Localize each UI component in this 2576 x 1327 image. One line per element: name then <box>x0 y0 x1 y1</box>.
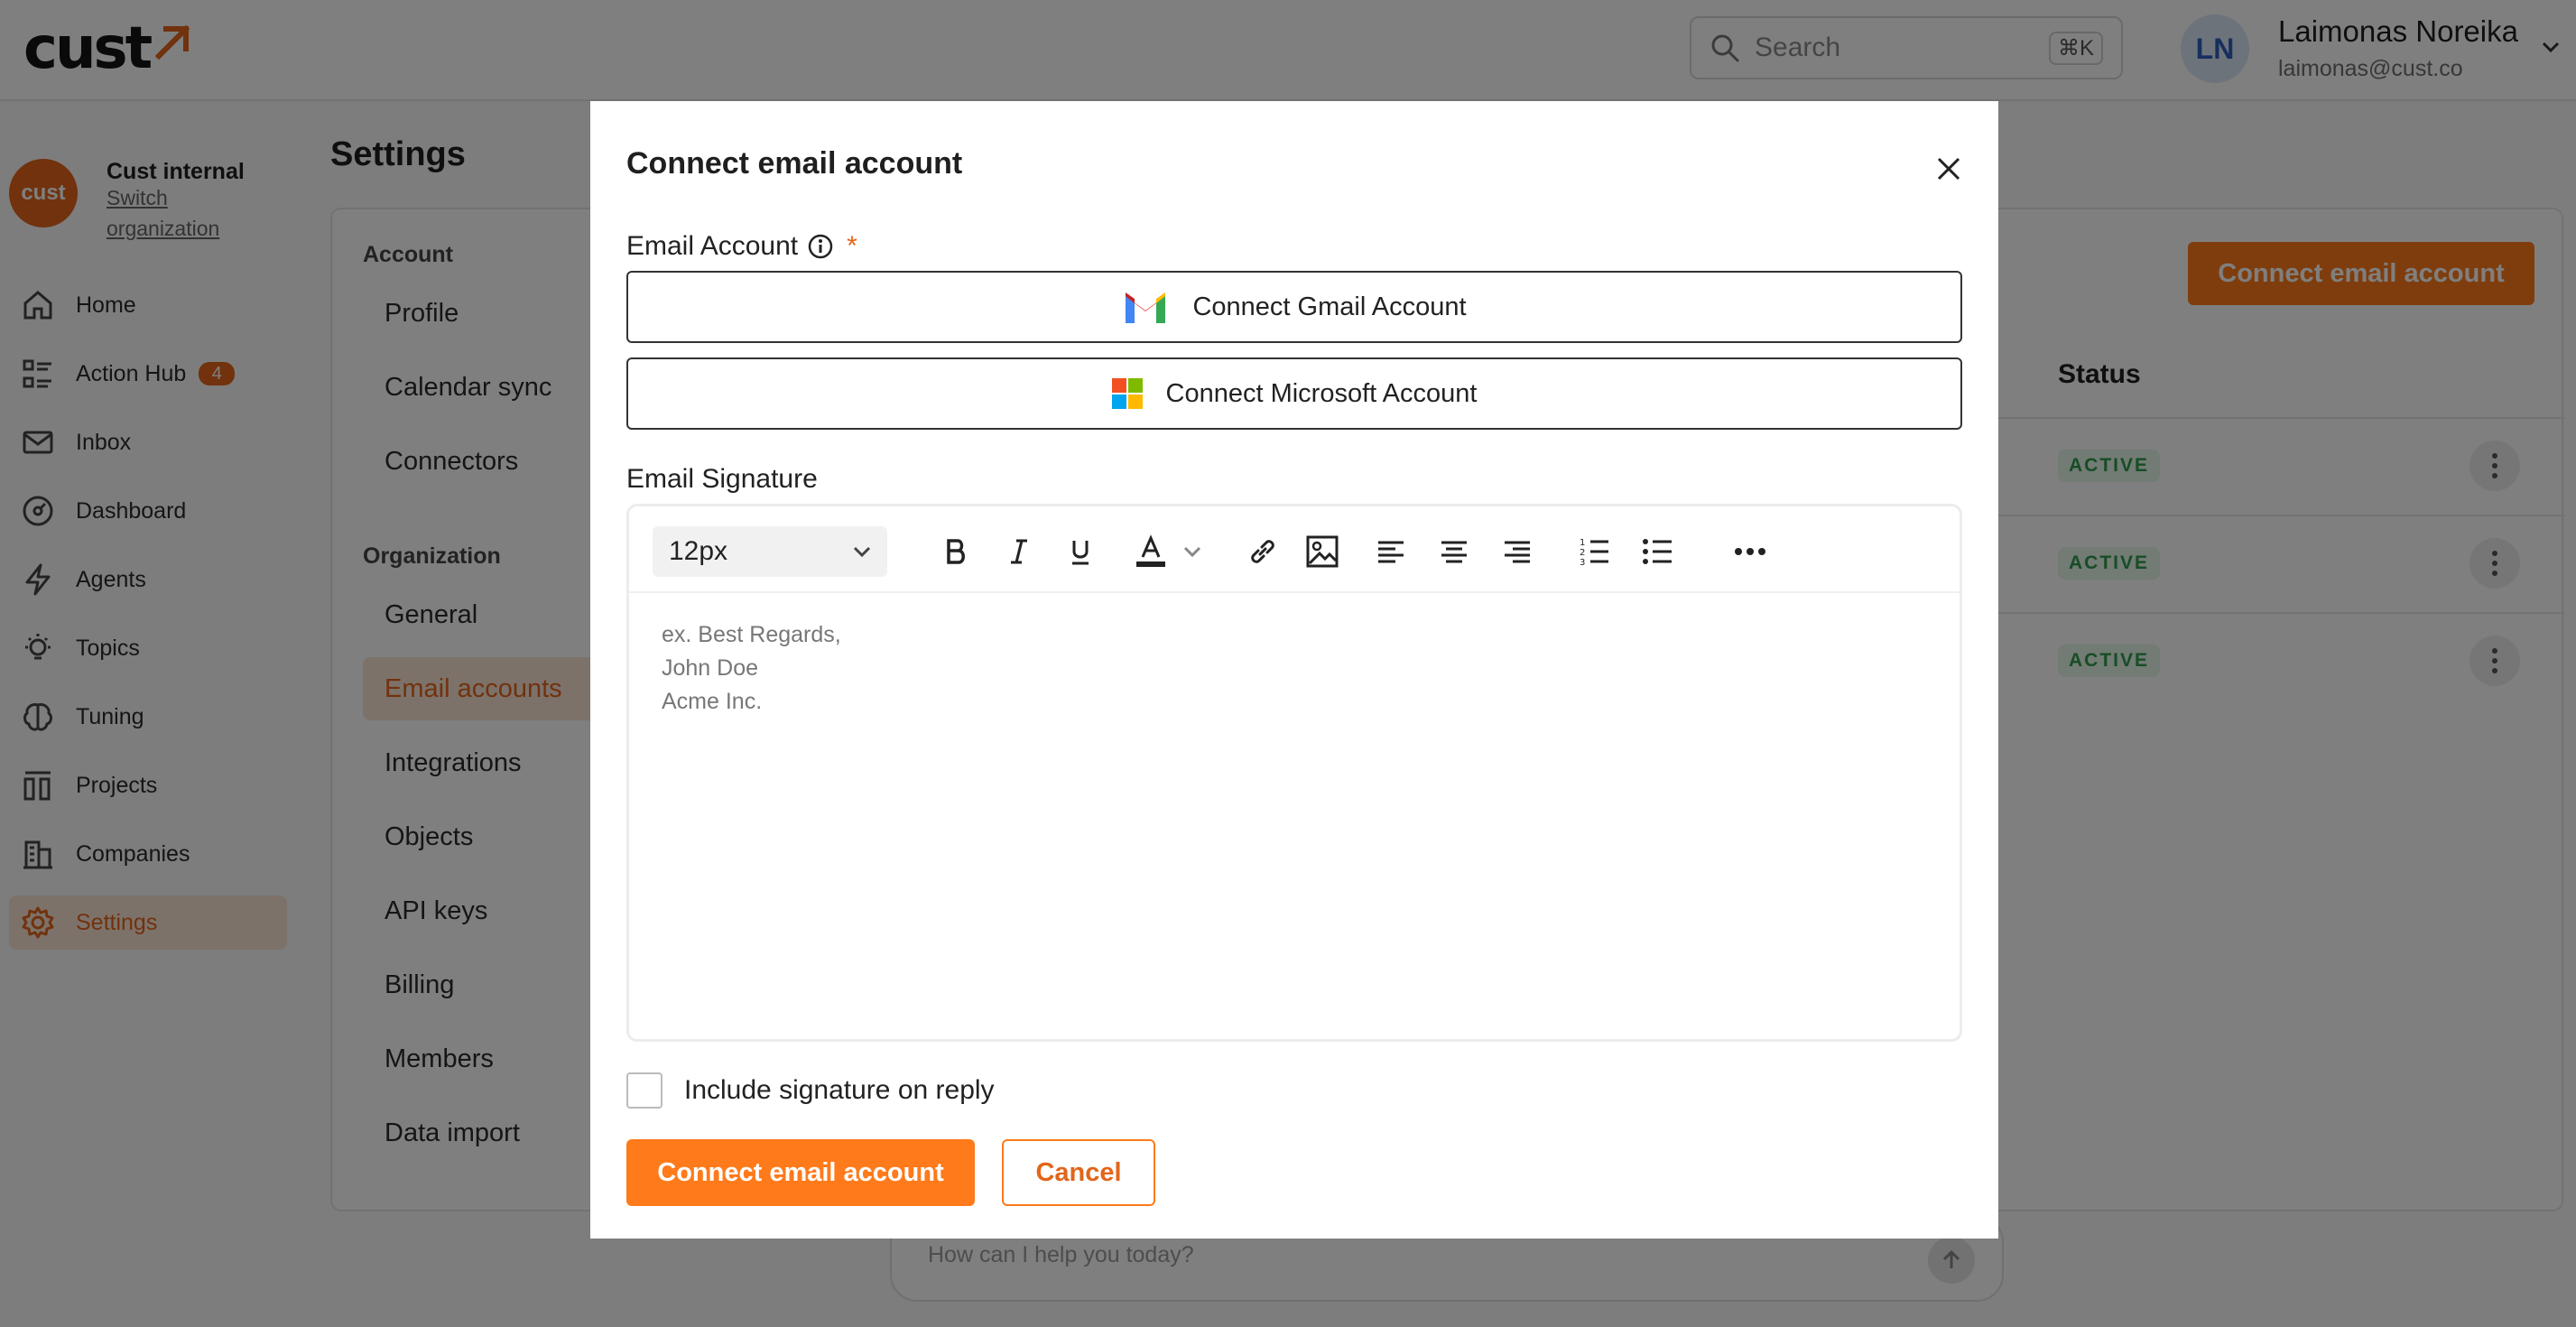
gmail-icon <box>1122 289 1169 325</box>
align-right-button[interactable] <box>1494 528 1541 575</box>
connect-email-modal: Connect email account Email Account * Co… <box>590 101 1998 1239</box>
svg-text:2: 2 <box>1580 548 1585 558</box>
email-account-label-text: Email Account <box>626 231 799 261</box>
info-icon[interactable] <box>807 233 834 260</box>
required-mark: * <box>847 231 857 261</box>
link-icon <box>1251 540 1274 563</box>
image-icon <box>1306 535 1339 568</box>
microsoft-icon <box>1111 378 1143 409</box>
connect-microsoft-button[interactable]: Connect Microsoft Account <box>626 357 1962 430</box>
font-size-value: 12px <box>669 536 728 566</box>
underline-icon <box>1072 541 1089 565</box>
bullet-list-button[interactable] <box>1635 528 1682 575</box>
underline-button[interactable] <box>1057 528 1104 575</box>
align-right-icon <box>1505 541 1530 563</box>
insert-link-button[interactable] <box>1239 528 1286 575</box>
align-left-button[interactable] <box>1367 528 1414 575</box>
connect-email-account-submit-button[interactable]: Connect email account <box>626 1139 975 1206</box>
include-signature-checkbox[interactable] <box>626 1072 663 1109</box>
italic-button[interactable] <box>996 528 1042 575</box>
align-left-icon <box>1378 541 1404 563</box>
include-signature-row: Include signature on reply <box>626 1072 995 1109</box>
text-color-icon <box>1136 534 1165 567</box>
editor-toolbar: 12px 1 2 3 <box>629 506 1960 593</box>
chevron-down-icon <box>853 546 871 558</box>
signature-placeholder-line: Acme Inc. <box>662 689 763 714</box>
text-color-button[interactable] <box>1127 528 1174 575</box>
insert-image-button[interactable] <box>1299 528 1346 575</box>
ordered-list-button[interactable]: 123 <box>1571 528 1618 575</box>
bold-button[interactable] <box>932 528 979 575</box>
email-account-label: Email Account * <box>626 231 857 262</box>
ordered-list-icon: 123 <box>1580 538 1608 568</box>
font-size-select[interactable]: 12px <box>653 526 887 577</box>
connect-gmail-label: Connect Gmail Account <box>1192 292 1467 321</box>
close-icon <box>1937 157 1960 181</box>
chevron-down-icon <box>1183 546 1201 558</box>
email-signature-label: Email Signature <box>626 464 818 494</box>
align-center-icon <box>1441 541 1467 563</box>
close-button[interactable] <box>1926 146 1971 191</box>
signature-editor: 12px 1 2 3 ex. Best Regards, John Doe Ac… <box>626 504 1962 1042</box>
signature-placeholder-line: John Doe <box>662 655 759 681</box>
bullet-list-icon <box>1643 539 1672 564</box>
connect-gmail-button[interactable]: Connect Gmail Account <box>626 271 1962 343</box>
more-icon <box>1735 548 1765 555</box>
modal-title: Connect email account <box>626 146 963 181</box>
text-color-dropdown[interactable] <box>1176 528 1209 575</box>
more-formatting-button[interactable] <box>1727 528 1774 575</box>
align-center-button[interactable] <box>1431 528 1478 575</box>
include-signature-label[interactable]: Include signature on reply <box>684 1075 995 1106</box>
bold-icon <box>947 539 965 564</box>
signature-text-area[interactable]: ex. Best Regards, John Doe Acme Inc. <box>662 618 841 719</box>
svg-text:1: 1 <box>1580 538 1585 548</box>
italic-icon <box>1011 539 1027 564</box>
svg-text:3: 3 <box>1580 558 1585 568</box>
cancel-button[interactable]: Cancel <box>1002 1139 1155 1206</box>
connect-microsoft-label: Connect Microsoft Account <box>1165 378 1478 408</box>
signature-placeholder-line: ex. Best Regards, <box>662 622 841 647</box>
